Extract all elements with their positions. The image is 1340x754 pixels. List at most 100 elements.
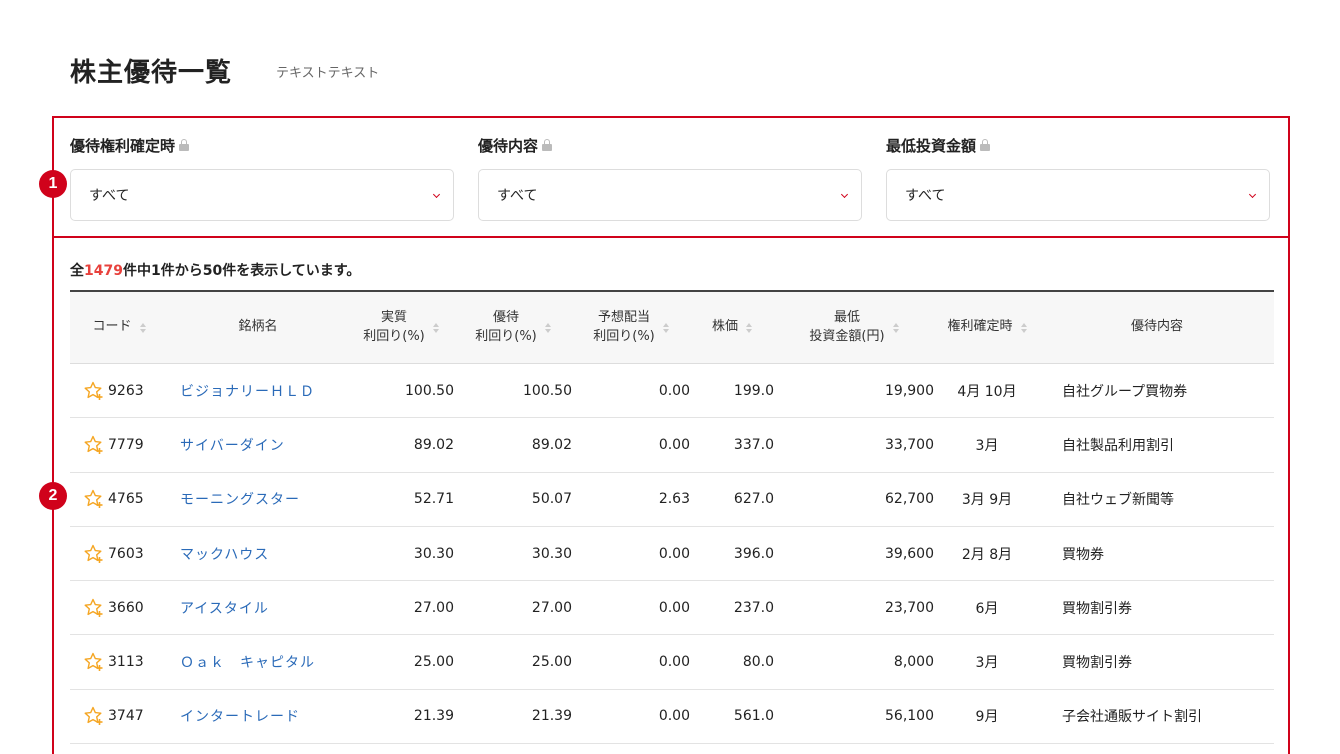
record-date: 3月 — [975, 437, 999, 454]
stock-name-link[interactable]: サイバーダイン — [168, 435, 285, 455]
star-icon[interactable] — [84, 435, 104, 455]
stock-code: 7603 — [108, 545, 144, 562]
stock-code: 4765 — [108, 491, 144, 508]
stock-price: 80.0 — [742, 654, 774, 671]
stock-price: 237.0 — [733, 599, 774, 616]
stock-name-link[interactable]: ビジョナリーＨＬＤ — [168, 381, 315, 401]
dividend-yield: 0.00 — [658, 545, 690, 562]
stock-code: 3660 — [108, 599, 144, 616]
star-icon[interactable] — [84, 381, 104, 401]
column-header-dividend-yield[interactable]: 予想配当 利回り(%) — [572, 292, 690, 363]
benefit-content: 買物券 — [1062, 546, 1104, 563]
stock-price: 337.0 — [733, 436, 774, 453]
record-date: 6月 — [975, 600, 999, 617]
real-yield: 52.71 — [413, 491, 454, 508]
column-header-price[interactable]: 株価 — [690, 292, 774, 363]
table-row: 9263 ビジョナリーＨＬＤ 100.50 100.50 0.00 199.0 … — [70, 364, 1274, 419]
lock-icon — [542, 139, 553, 151]
stock-name-link[interactable]: インタートレード — [168, 706, 300, 726]
results-panel: 全1479件中1件から50件を表示しています。 コード 銘柄名 実質 利回り(%)… — [52, 236, 1290, 754]
table-header: コード 銘柄名 実質 利回り(%) 優待 利回り(%) 予想配当 利回り(%) 株価 — [70, 290, 1274, 364]
stock-name-link[interactable]: アイスタイル — [168, 598, 269, 618]
benefit-content: 買物割引券 — [1062, 600, 1132, 617]
record-date: 2月 8月 — [961, 546, 1013, 563]
star-icon[interactable] — [84, 544, 104, 564]
min-investment: 19,900 — [885, 382, 934, 399]
real-yield: 27.00 — [413, 599, 454, 616]
filter-record-date: 優待権利確定時 すべて — [70, 134, 454, 221]
dividend-yield: 2.63 — [658, 491, 690, 508]
filter-benefit-content: 優待内容 すべて — [478, 134, 862, 221]
star-icon[interactable] — [84, 489, 104, 509]
lock-icon — [179, 139, 190, 151]
record-date: 4月 10月 — [957, 383, 1017, 400]
column-header-code[interactable]: コード — [70, 292, 168, 363]
min-investment: 8,000 — [893, 654, 934, 671]
page-title: 株主優待一覧 — [70, 58, 233, 88]
result-count: 全1479件中1件から50件を表示しています。 — [70, 263, 361, 279]
benefit-content: 自社製品利用割引 — [1062, 437, 1174, 454]
min-investment-select[interactable]: すべて — [886, 169, 1270, 221]
column-header-benefit-yield[interactable]: 優待 利回り(%) — [454, 292, 572, 363]
stock-name-link[interactable]: Ｏａｋ キャピタル — [168, 652, 315, 672]
annotation-badge-2: 2 — [39, 482, 67, 510]
sort-icon — [662, 322, 669, 333]
table-row: 7779 サイバーダイン 89.02 89.02 0.00 337.0 33,7… — [70, 418, 1274, 473]
dividend-yield: 0.00 — [658, 599, 690, 616]
sort-icon — [1020, 322, 1027, 333]
stock-price: 561.0 — [733, 708, 774, 725]
dividend-yield: 0.00 — [658, 654, 690, 671]
chevron-down-icon — [840, 190, 849, 199]
record-date-select[interactable]: すべて — [70, 169, 454, 221]
sort-icon — [139, 322, 146, 333]
stock-name-link[interactable]: マックハウス — [168, 544, 269, 564]
record-date: 9月 — [975, 709, 999, 726]
page-subtitle: テキストテキスト — [276, 66, 380, 81]
benefit-content: 子会社通販サイト割引 — [1062, 709, 1202, 726]
stock-code: 3113 — [108, 654, 144, 671]
dividend-yield: 0.00 — [658, 708, 690, 725]
benefit-yield: 27.00 — [531, 599, 572, 616]
stock-code: 7779 — [108, 436, 144, 453]
star-icon[interactable] — [84, 598, 104, 618]
benefit-content-select[interactable]: すべて — [478, 169, 862, 221]
chevron-down-icon — [1248, 190, 1257, 199]
min-investment: 33,700 — [885, 436, 934, 453]
column-header-name: 銘柄名 — [238, 319, 278, 335]
benefit-yield: 21.39 — [531, 708, 572, 725]
column-header-benefit: 優待内容 — [1130, 319, 1183, 335]
stock-price: 199.0 — [733, 382, 774, 399]
table-row: 7603 マックハウス 30.30 30.30 0.00 396.0 39,60… — [70, 527, 1274, 582]
column-header-min-investment[interactable]: 最低 投資金額(円) — [774, 292, 934, 363]
min-investment: 23,700 — [885, 599, 934, 616]
star-icon[interactable] — [84, 652, 104, 672]
annotation-badge-1: 1 — [39, 170, 67, 198]
sort-icon — [746, 322, 752, 333]
column-header-record-date[interactable]: 権利確定時 — [934, 292, 1040, 363]
filter-label: 優待権利確定時 — [70, 136, 176, 155]
sort-icon — [544, 322, 551, 333]
select-value: すべて — [89, 188, 130, 204]
table-body: 9263 ビジョナリーＨＬＤ 100.50 100.50 0.00 199.0 … — [70, 364, 1274, 745]
filter-label: 優待内容 — [478, 136, 539, 155]
column-header-real-yield[interactable]: 実質 利回り(%) — [348, 292, 454, 363]
benefit-yield: 100.50 — [523, 382, 572, 399]
star-icon[interactable] — [84, 706, 104, 726]
min-investment: 56,100 — [885, 708, 934, 725]
benefit-yield: 89.02 — [531, 436, 572, 453]
stock-price: 627.0 — [733, 491, 774, 508]
real-yield: 25.00 — [413, 654, 454, 671]
stock-code: 9263 — [108, 382, 144, 399]
stock-name-link[interactable]: モーニングスター — [168, 489, 300, 509]
lock-icon — [980, 139, 991, 151]
benefits-table: コード 銘柄名 実質 利回り(%) 優待 利回り(%) 予想配当 利回り(%) 株価 — [70, 290, 1274, 745]
select-value: すべて — [905, 188, 946, 204]
chevron-down-icon — [432, 190, 441, 199]
filter-min-investment: 最低投資金額 すべて — [886, 134, 1270, 221]
real-yield: 30.30 — [413, 545, 454, 562]
benefit-yield: 50.07 — [531, 491, 572, 508]
benefit-content: 自社ウェブ新聞等 — [1062, 492, 1174, 509]
result-total: 1479 — [84, 263, 123, 279]
sort-icon — [432, 322, 439, 333]
real-yield: 100.50 — [405, 382, 454, 399]
